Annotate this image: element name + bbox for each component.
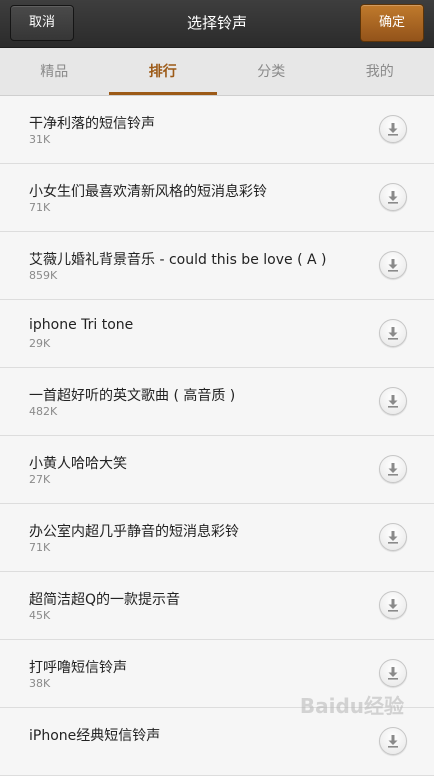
- ringtone-name: 干净利落的短信铃声: [29, 113, 155, 133]
- ringtone-size: 71K: [29, 201, 50, 214]
- active-tab-indicator: [109, 92, 218, 95]
- ringtone-name: 超简洁超Q的一款提示音: [29, 589, 180, 609]
- tab-bar: 精品 排行 分类 我的: [0, 48, 434, 96]
- download-icon[interactable]: [379, 591, 407, 619]
- ringtone-size: 31K: [29, 133, 50, 146]
- title-bar: 取消 选择铃声 确定: [0, 0, 434, 48]
- ringtone-name: 打呼噜短信铃声: [29, 657, 127, 677]
- ringtone-row[interactable]: 艾薇儿婚礼背景音乐 - could this be love ( A ) 859…: [0, 232, 434, 300]
- ringtone-row[interactable]: 小女生们最喜欢清新风格的短消息彩铃 71K: [0, 164, 434, 232]
- ringtone-row[interactable]: 一首超好听的英文歌曲 ( 高音质 ) 482K: [0, 368, 434, 436]
- ringtone-name: 一首超好听的英文歌曲 ( 高音质 ): [29, 385, 235, 405]
- ringtone-size: 45K: [29, 609, 50, 622]
- download-icon[interactable]: [379, 183, 407, 211]
- ringtone-name: iPhone经典短信铃声: [29, 725, 160, 745]
- download-icon[interactable]: [379, 523, 407, 551]
- tab-category[interactable]: 分类: [217, 48, 326, 95]
- tab-featured[interactable]: 精品: [0, 48, 109, 95]
- tab-ranking[interactable]: 排行: [109, 48, 218, 95]
- download-icon[interactable]: [379, 115, 407, 143]
- ringtone-row[interactable]: 干净利落的短信铃声 31K: [0, 96, 434, 164]
- ringtone-name: 小黄人哈哈大笑: [29, 453, 127, 473]
- ringtone-list: 干净利落的短信铃声 31K 小女生们最喜欢清新风格的短消息彩铃 71K 艾薇儿婚…: [0, 96, 434, 776]
- download-icon[interactable]: [379, 659, 407, 687]
- ringtone-size: 27K: [29, 473, 50, 486]
- ringtone-row[interactable]: 超简洁超Q的一款提示音 45K: [0, 572, 434, 640]
- tab-mine[interactable]: 我的: [326, 48, 434, 95]
- ringtone-size: 29K: [29, 337, 50, 350]
- download-icon[interactable]: [379, 455, 407, 483]
- ringtone-name: 办公室内超几乎静音的短消息彩铃: [29, 521, 239, 541]
- ringtone-row[interactable]: iphone Tri tone 29K: [0, 300, 434, 368]
- ringtone-row[interactable]: 小黄人哈哈大笑 27K: [0, 436, 434, 504]
- download-icon[interactable]: [379, 387, 407, 415]
- download-icon[interactable]: [379, 727, 407, 755]
- confirm-button[interactable]: 确定: [360, 4, 424, 42]
- ringtone-name: 小女生们最喜欢清新风格的短消息彩铃: [29, 181, 267, 201]
- ringtone-row[interactable]: 办公室内超几乎静音的短消息彩铃 71K: [0, 504, 434, 572]
- ringtone-size: 71K: [29, 541, 50, 554]
- ringtone-size: 482K: [29, 405, 57, 418]
- download-icon[interactable]: [379, 251, 407, 279]
- ringtone-name: iphone Tri tone: [29, 317, 133, 333]
- ringtone-size: 38K: [29, 677, 50, 690]
- download-icon[interactable]: [379, 319, 407, 347]
- watermark: Baidu经验: [300, 690, 404, 719]
- ringtone-name: 艾薇儿婚礼背景音乐 - could this be love ( A ): [29, 249, 326, 269]
- ringtone-size: 859K: [29, 269, 57, 282]
